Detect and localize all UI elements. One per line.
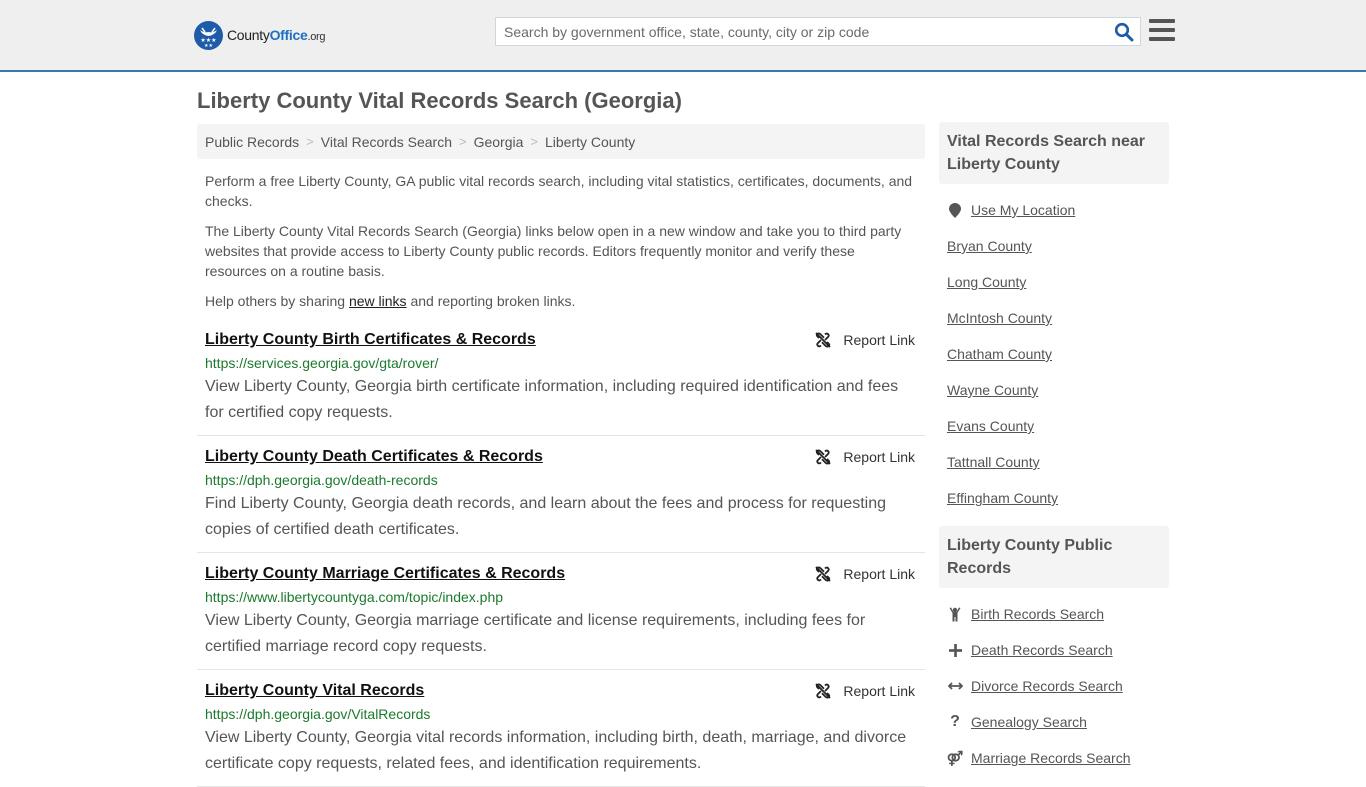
public-record-link[interactable]: Marriage Records Search (971, 750, 1131, 766)
result-item: Liberty County Birth Certificates & Reco… (197, 329, 925, 436)
nearby-county-item: Long County (947, 264, 1161, 300)
nearby-county-item: McIntosh County (947, 300, 1161, 336)
result-description: View Liberty County, Georgia marriage ce… (205, 612, 866, 655)
public-records-heading: Liberty County Public Records (939, 526, 1169, 588)
result-title-link[interactable]: Liberty County Vital Records (205, 680, 424, 702)
breadcrumb-separator: > (530, 134, 538, 149)
public-record-item: ⚤ Marriage Records Search (947, 740, 1161, 776)
public-record-link[interactable]: Genealogy Search (971, 714, 1087, 730)
breadcrumb-separator: > (459, 134, 467, 149)
child-icon (947, 607, 963, 622)
report-link-label: Report Link (843, 566, 915, 582)
svg-text:★★: ★★ (204, 43, 213, 49)
site-logo[interactable]: ★★★ ★★ CountyOffice.org (194, 20, 326, 50)
broken-link-icon (815, 566, 832, 582)
report-link-button[interactable]: Report Link (815, 329, 915, 351)
nearby-county-link[interactable]: Long County (947, 274, 1026, 290)
logo-wordmark: CountyOffice.org (227, 27, 326, 43)
broken-link-icon (815, 449, 832, 465)
result-title-link[interactable]: Liberty County Death Certificates & Reco… (205, 446, 543, 468)
result-description: View Liberty County, Georgia birth certi… (205, 378, 899, 421)
nearby-county-link[interactable]: Evans County (947, 418, 1034, 434)
nearby-county-item: Tattnall County (947, 444, 1161, 480)
main-content: Public Records > Vital Records Search > … (197, 124, 925, 787)
use-my-location-item: Use My Location (947, 192, 1161, 228)
nearby-county-item: Evans County (947, 408, 1161, 444)
share-links-paragraph: Help others by sharing new links and rep… (205, 293, 576, 309)
public-record-item: Birth Records Search (947, 596, 1161, 632)
breadcrumb-vital-records-search[interactable]: Vital Records Search (321, 134, 452, 150)
result-title-link[interactable]: Liberty County Birth Certificates & Reco… (205, 329, 536, 351)
public-records-list: Birth Records Search Death Records Searc… (939, 588, 1169, 784)
venus-mars-icon: ⚤ (946, 749, 964, 766)
broken-link-icon (815, 683, 832, 699)
page-title: Liberty County Vital Records Search (Geo… (197, 88, 682, 113)
menu-bar-icon (1149, 19, 1175, 23)
hamburger-menu-button[interactable] (1149, 19, 1175, 43)
public-record-link[interactable]: Birth Records Search (971, 606, 1104, 622)
search-input[interactable] (496, 18, 1108, 45)
public-record-item: Death Records Search (947, 632, 1161, 668)
result-title-link[interactable]: Liberty County Marriage Certificates & R… (205, 563, 565, 585)
result-url: https://services.georgia.gov/gta/rover/ (205, 355, 439, 371)
menu-bar-icon (1149, 28, 1175, 32)
intro-paragraph: The Liberty County Vital Records Search … (205, 223, 902, 279)
nearby-county-item: Bryan County (947, 228, 1161, 264)
report-link-button[interactable]: Report Link (815, 563, 915, 585)
result-item: Liberty County Death Certificates & Reco… (197, 436, 925, 553)
new-links-link[interactable]: new links (349, 293, 407, 309)
result-item: Liberty County Marriage Certificates & R… (197, 553, 925, 670)
report-link-label: Report Link (843, 449, 915, 465)
result-description: Find Liberty County, Georgia death recor… (205, 495, 886, 538)
nearby-heading: Vital Records Search near Liberty County (939, 122, 1169, 184)
report-link-button[interactable]: Report Link (815, 680, 915, 702)
result-url: https://www.libertycountyga.com/topic/in… (205, 589, 504, 605)
site-header: ★★★ ★★ CountyOffice.org (0, 0, 1366, 72)
breadcrumb-separator: > (306, 134, 314, 149)
search-box (495, 17, 1141, 46)
nearby-county-item: Chatham County (947, 336, 1161, 372)
nearby-county-link[interactable]: Effingham County (947, 490, 1058, 506)
intro-text: Perform a free Liberty County, GA public… (197, 171, 925, 311)
eagle-logo-icon: ★★★ ★★ (194, 20, 223, 50)
public-record-item: ? Genealogy Search (947, 704, 1161, 740)
report-link-label: Report Link (843, 332, 915, 348)
sidebar: Vital Records Search near Liberty County… (939, 122, 1169, 784)
nearby-county-item: Wayne County (947, 372, 1161, 408)
breadcrumb-liberty-county[interactable]: Liberty County (545, 134, 635, 150)
search-icon (1114, 22, 1134, 41)
result-url: https://dph.georgia.gov/VitalRecords (205, 706, 431, 722)
arrows-h-icon (947, 681, 963, 691)
search-button[interactable] (1108, 18, 1140, 45)
report-link-button[interactable]: Report Link (815, 446, 915, 468)
nearby-list: Use My Location Bryan County Long County… (939, 184, 1169, 524)
plus-icon (947, 643, 963, 657)
question-icon: ? (950, 713, 960, 730)
results-list: Liberty County Birth Certificates & Reco… (197, 329, 925, 787)
result-url: https://dph.georgia.gov/death-records (205, 472, 438, 488)
public-record-link[interactable]: Divorce Records Search (971, 678, 1123, 694)
use-my-location-link[interactable]: Use My Location (971, 202, 1075, 218)
broken-link-icon (815, 332, 832, 348)
public-record-link[interactable]: Death Records Search (971, 642, 1113, 658)
nearby-county-link[interactable]: Wayne County (947, 382, 1038, 398)
report-link-label: Report Link (843, 683, 915, 699)
breadcrumb-georgia[interactable]: Georgia (474, 134, 524, 150)
menu-bar-icon (1149, 37, 1175, 41)
nearby-county-link[interactable]: McIntosh County (947, 310, 1052, 326)
nearby-county-link[interactable]: Tattnall County (947, 454, 1040, 470)
intro-paragraph: Perform a free Liberty County, GA public… (205, 173, 913, 209)
map-marker-icon (947, 202, 963, 218)
nearby-county-link[interactable]: Chatham County (947, 346, 1052, 362)
nearby-county-item: Effingham County (947, 480, 1161, 516)
result-item: Liberty County Vital Records https://dph… (197, 670, 925, 787)
result-description: View Liberty County, Georgia vital recor… (205, 729, 907, 772)
nearby-county-link[interactable]: Bryan County (947, 238, 1032, 254)
breadcrumb: Public Records > Vital Records Search > … (197, 124, 925, 159)
public-record-item: Divorce Records Search (947, 668, 1161, 704)
breadcrumb-public-records[interactable]: Public Records (205, 134, 299, 150)
